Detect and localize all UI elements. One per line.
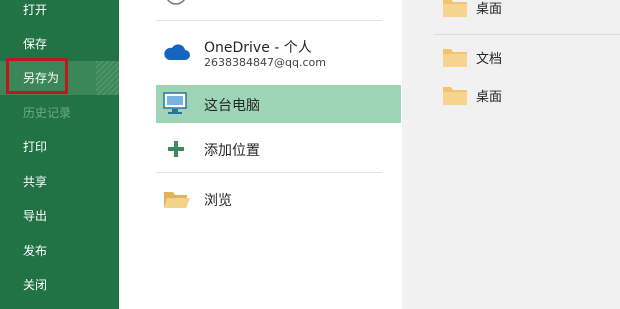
recent-folders-panel: 桌面 文档 桌面 [402,0,620,309]
folder-open-icon [164,192,190,208]
folder-icon [443,87,467,105]
browse-label: 浏览 [204,193,232,209]
sidebar-item-print[interactable]: 打印 [0,130,119,164]
onedrive-label: OneDrive - 个人 [204,40,312,56]
location-onedrive[interactable]: OneDrive - 个人 2638384847@qq.com [156,32,401,76]
folder-icon [443,0,467,17]
backstage-sidebar: 打开 保存 另存为 历史记录 打印 共享 导出 发布 关闭 [0,0,119,309]
folder-label: 桌面 [476,90,503,105]
sidebar-item-open[interactable]: 打开 [0,0,119,27]
cloud-icon [164,44,190,60]
plus-icon [168,141,184,157]
computer-icon [163,92,187,114]
location-add-place[interactable]: 添加位置 [156,134,401,164]
folder-label: 桌面 [476,2,503,17]
save-as-highlight-box [6,58,68,94]
save-locations-panel: OneDrive - 个人 2638384847@qq.com 这台电脑 添加位… [119,0,402,309]
folder-icon [443,49,467,67]
this-pc-label: 这台电脑 [204,98,260,114]
sidebar-item-save[interactable]: 保存 [0,27,119,61]
divider [156,20,382,21]
divider [156,172,382,173]
globe-icon [167,0,185,5]
location-this-pc[interactable]: 这台电脑 [156,85,401,123]
sidebar-item-history: 历史记录 [23,106,72,120]
sidebar-item-close[interactable]: 关闭 [0,268,119,302]
add-place-label: 添加位置 [204,143,260,159]
divider [434,34,620,35]
sidebar-item-publish[interactable]: 发布 [0,234,119,268]
folder-label: 文档 [476,52,503,67]
onedrive-account: 2638384847@qq.com [204,56,326,69]
sidebar-item-share[interactable]: 共享 [0,165,119,199]
location-browse[interactable]: 浏览 [156,184,401,214]
sidebar-item-export[interactable]: 导出 [0,199,119,233]
